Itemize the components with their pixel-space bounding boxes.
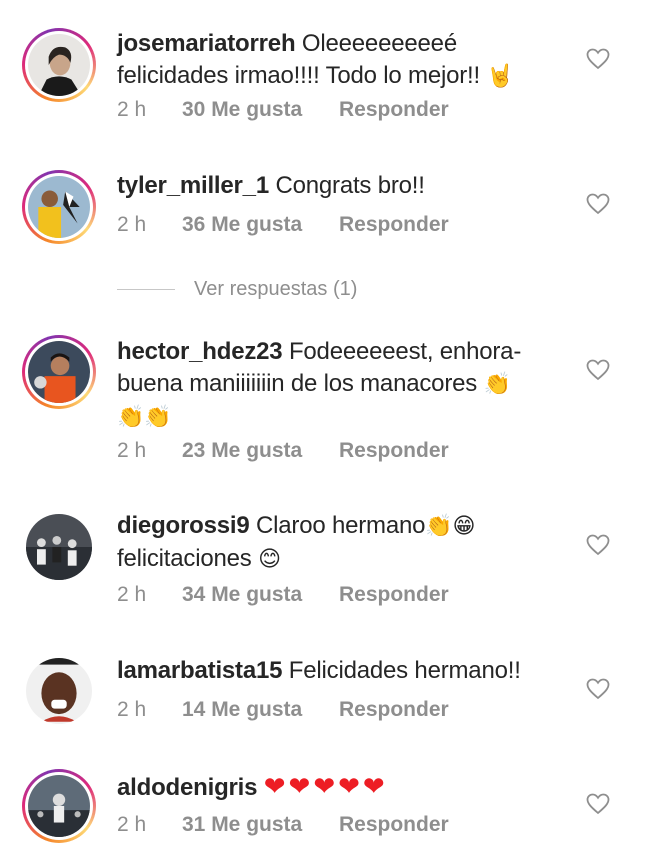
comment-meta: 2 h 31 Me gusta Responder bbox=[117, 813, 449, 837]
avatar[interactable] bbox=[22, 335, 96, 409]
comment-time: 2 h bbox=[117, 583, 147, 606]
comment-username[interactable]: hector_hdez23 bbox=[117, 338, 283, 365]
comment-username[interactable]: aldodenigris bbox=[117, 774, 257, 801]
comment-meta: 2 h 14 Me gusta Responder bbox=[117, 698, 449, 722]
reply-button[interactable]: Responder bbox=[339, 583, 449, 607]
comment-text: josemariatorreh Oleeeeeeeeeé felicidades… bbox=[117, 28, 557, 93]
avatar[interactable] bbox=[22, 769, 96, 843]
comment-likes[interactable]: 36 Me gusta bbox=[182, 213, 339, 237]
clap-emoji-icon: 👏👏 bbox=[117, 405, 172, 430]
comment-meta: 2 h 30 Me gusta Responder bbox=[117, 98, 449, 122]
comment-body: buena maniiiiiiin de los manacores bbox=[117, 370, 478, 397]
like-heart-icon[interactable] bbox=[586, 793, 610, 815]
comment-text: tyler_miller_1 Congrats bro!! bbox=[117, 170, 557, 202]
user-photo-icon bbox=[28, 34, 90, 96]
comment-likes[interactable]: 30 Me gusta bbox=[182, 98, 339, 122]
comment-username[interactable]: josemariatorreh bbox=[117, 30, 296, 57]
avatar[interactable] bbox=[22, 510, 96, 584]
reply-button[interactable]: Responder bbox=[339, 98, 449, 122]
avatar[interactable] bbox=[22, 28, 96, 102]
comment-text: aldodenigris ❤❤❤❤❤ bbox=[117, 770, 557, 804]
comment-body: Felicidades hermano!! bbox=[288, 657, 521, 684]
clap-emoji-icon: 👏 bbox=[483, 372, 511, 397]
comment-username[interactable]: lamarbatista15 bbox=[117, 657, 282, 684]
comment-time: 2 h bbox=[117, 98, 147, 121]
clap-grin-emoji-icon: 👏😁 bbox=[425, 514, 476, 539]
horns-emoji-icon: 🤘 bbox=[486, 64, 514, 89]
reply-button[interactable]: Responder bbox=[339, 698, 449, 722]
comment-time: 2 h bbox=[117, 813, 147, 836]
comment-likes[interactable]: 31 Me gusta bbox=[182, 813, 339, 837]
comment-body: felicitaciones bbox=[117, 545, 252, 572]
view-replies-link[interactable]: Ver respuestas (1) bbox=[117, 276, 357, 302]
like-heart-icon[interactable] bbox=[586, 534, 610, 556]
avatar[interactable] bbox=[22, 654, 96, 728]
like-heart-icon[interactable] bbox=[586, 193, 610, 215]
replies-divider bbox=[117, 288, 175, 290]
comment-time: 2 h bbox=[117, 698, 147, 721]
comment-time: 2 h bbox=[117, 439, 147, 462]
avatar[interactable] bbox=[22, 170, 96, 244]
red-hearts-emoji-icon: ❤❤❤❤❤ bbox=[263, 771, 388, 801]
user-photo-icon bbox=[28, 176, 90, 238]
user-photo-icon bbox=[26, 658, 92, 724]
comment-text: hector_hdez23 Fodeeeeeest, enhora- buena… bbox=[117, 336, 557, 434]
user-photo-icon bbox=[26, 514, 92, 580]
comment-text: lamarbatista15 Felicidades hermano!! bbox=[117, 655, 557, 687]
comment-likes[interactable]: 34 Me gusta bbox=[182, 583, 339, 607]
comment-meta: 2 h 36 Me gusta Responder bbox=[117, 213, 449, 237]
comment-likes[interactable]: 23 Me gusta bbox=[182, 439, 339, 463]
user-photo-icon bbox=[28, 341, 90, 403]
like-heart-icon[interactable] bbox=[586, 678, 610, 700]
comment-time: 2 h bbox=[117, 213, 147, 236]
smile-emoji-icon: 😊 bbox=[258, 547, 281, 572]
comment-meta: 2 h 34 Me gusta Responder bbox=[117, 583, 449, 607]
reply-button[interactable]: Responder bbox=[339, 813, 449, 837]
comment-username[interactable]: diegorossi9 bbox=[117, 512, 250, 539]
like-heart-icon[interactable] bbox=[586, 359, 610, 381]
like-heart-icon[interactable] bbox=[586, 48, 610, 70]
comment-username[interactable]: tyler_miller_1 bbox=[117, 172, 269, 199]
user-photo-icon bbox=[28, 775, 90, 837]
reply-button[interactable]: Responder bbox=[339, 213, 449, 237]
reply-button[interactable]: Responder bbox=[339, 439, 449, 463]
view-replies-label[interactable]: Ver respuestas (1) bbox=[194, 278, 357, 301]
comment-text: diegorossi9 Claroo hermano👏😁 felicitacio… bbox=[117, 510, 557, 576]
comment-likes[interactable]: 14 Me gusta bbox=[182, 698, 339, 722]
comment-meta: 2 h 23 Me gusta Responder bbox=[117, 439, 449, 463]
comment-body: Fodeeeeeest, enhora- bbox=[288, 338, 522, 365]
comment-body: Congrats bro!! bbox=[275, 172, 425, 199]
comment-body: Claroo hermano bbox=[255, 512, 426, 539]
